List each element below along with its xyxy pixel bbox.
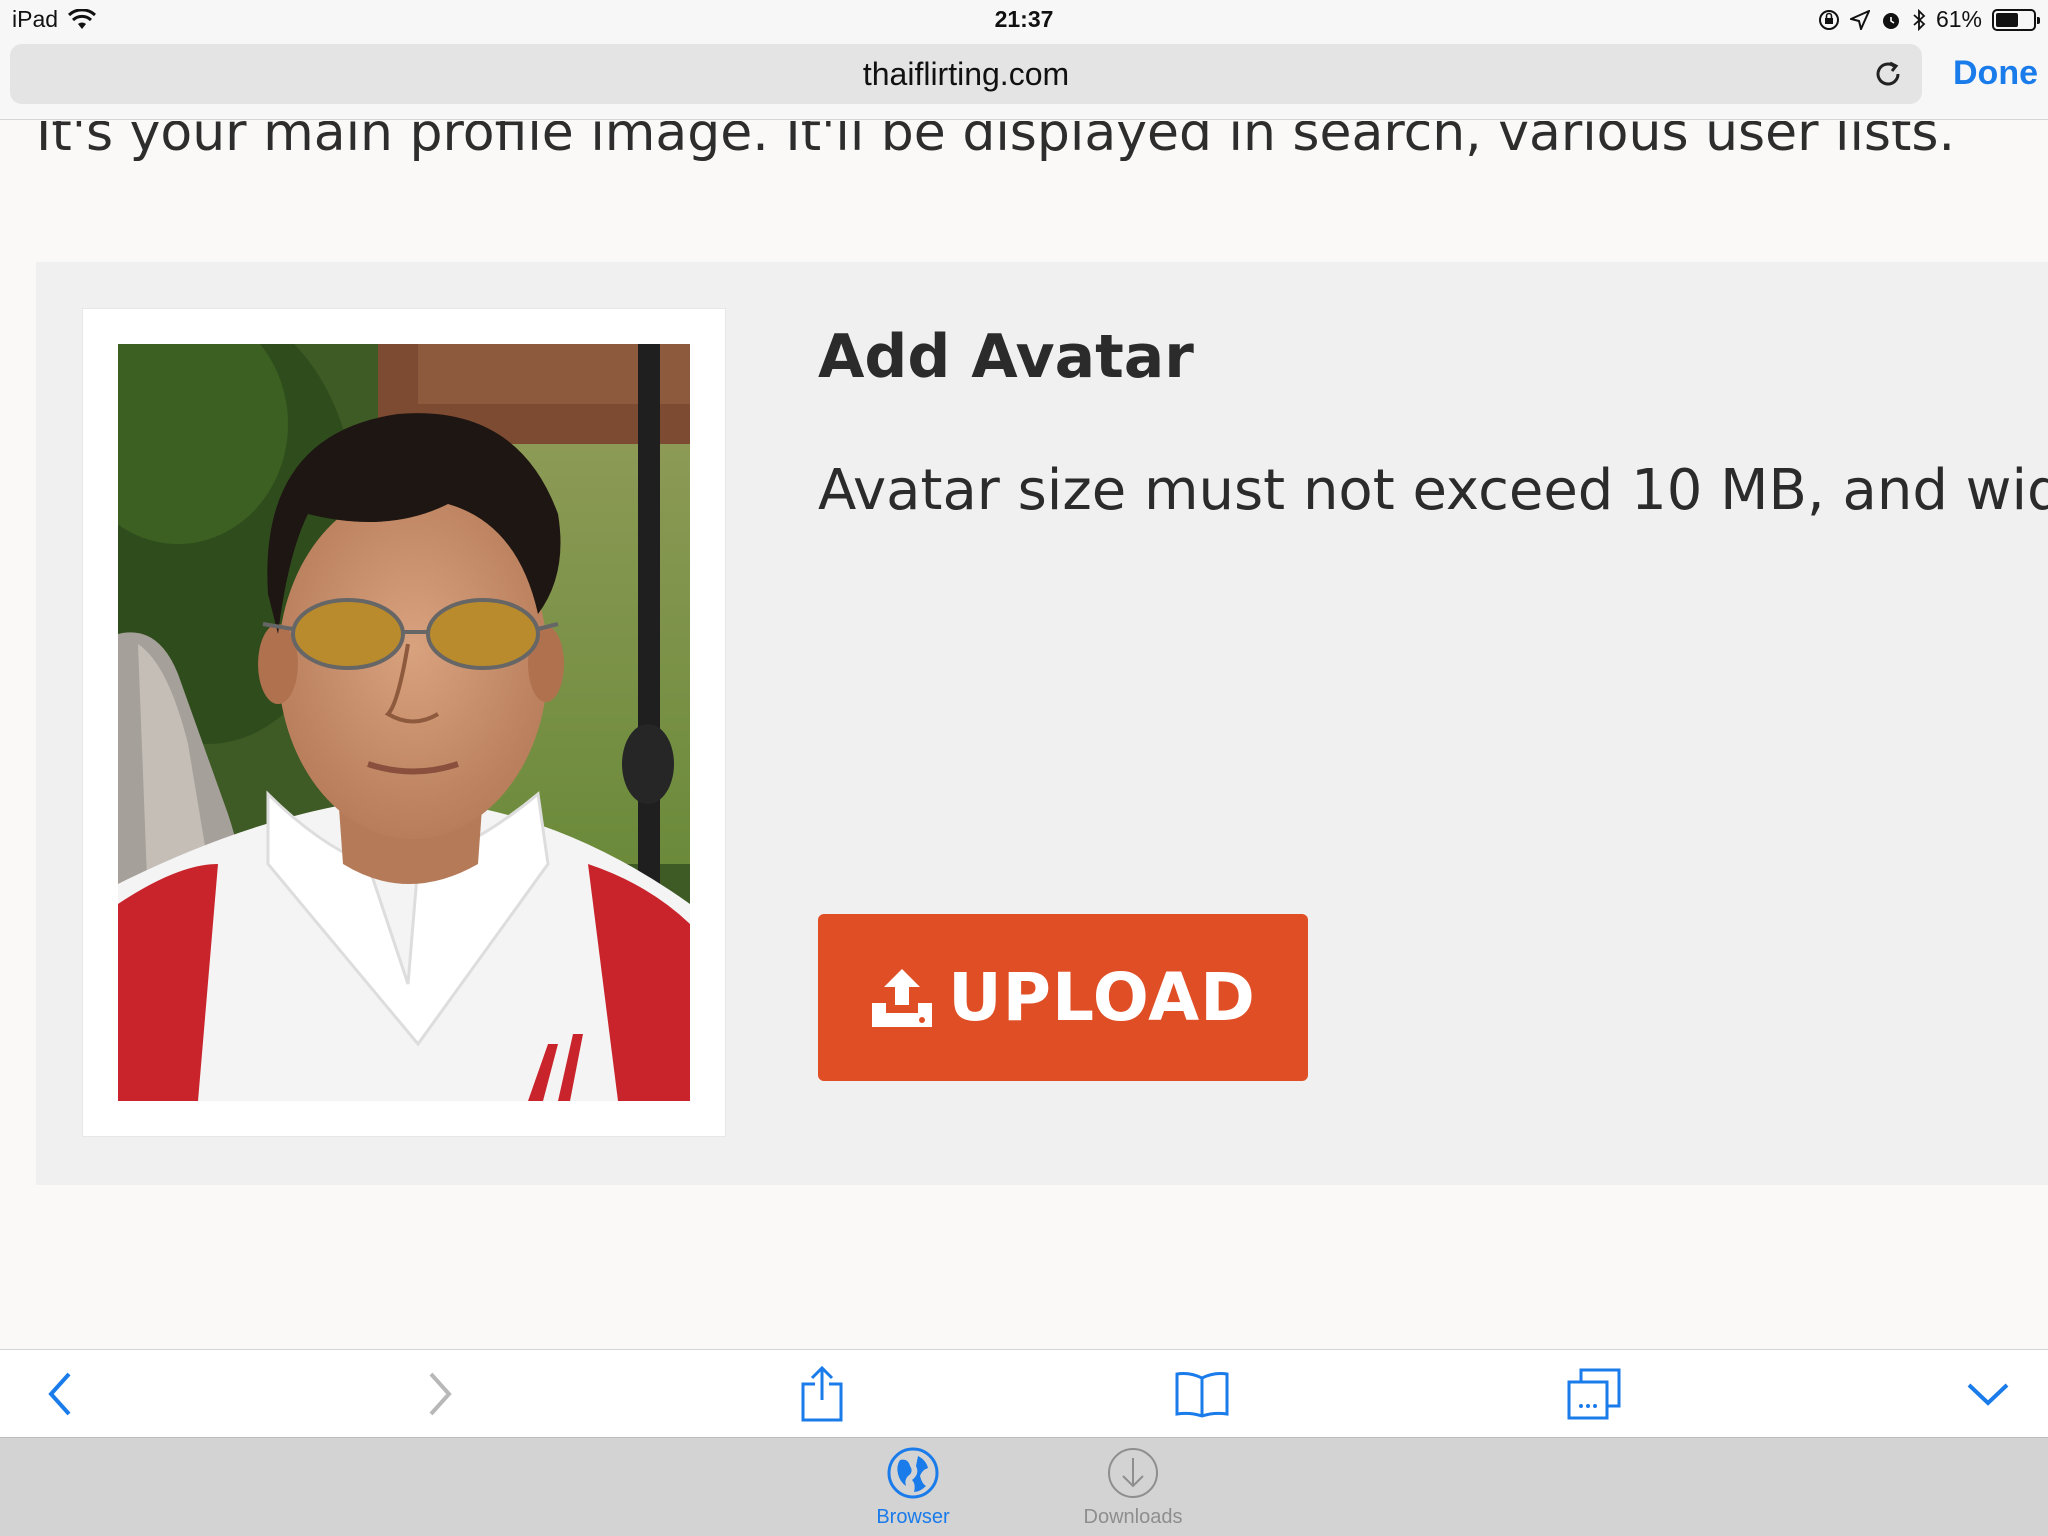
battery-fill xyxy=(1996,12,2018,27)
bookmarks-button[interactable] xyxy=(1172,1364,1232,1424)
url-text[interactable]: thaiflirting.com xyxy=(10,56,1922,93)
status-bar: iPad 21:37 61% xyxy=(0,0,2048,40)
back-icon xyxy=(48,1372,71,1416)
app-tab-bar: Browser Downloads xyxy=(0,1437,2048,1536)
url-field[interactable]: thaiflirting.com xyxy=(10,44,1922,104)
done-button[interactable]: Done xyxy=(1953,54,2038,93)
status-time: 21:37 xyxy=(994,6,1054,32)
card-title: Add Avatar xyxy=(818,322,1194,392)
bookmarks-icon xyxy=(1175,1372,1229,1418)
rotation-lock-icon xyxy=(1818,9,1839,30)
reload-icon[interactable] xyxy=(1872,58,1904,90)
tab-downloads-label: Downloads xyxy=(1083,1506,1183,1528)
battery-icon xyxy=(1992,8,2040,31)
tab-downloads[interactable]: Downloads xyxy=(1058,1446,1208,1529)
forward-button[interactable] xyxy=(410,1364,470,1424)
back-button[interactable] xyxy=(30,1364,90,1424)
avatar-photo xyxy=(118,344,690,1101)
forward-icon xyxy=(429,1372,452,1416)
globe-icon xyxy=(887,1447,939,1499)
add-avatar-card: Add Avatar Avatar size must not exceed 1… xyxy=(36,262,2048,1185)
status-right: 61% xyxy=(1818,6,2040,33)
upload-button[interactable]: UPLOAD xyxy=(818,914,1308,1081)
card-description: Avatar size must not exceed 10 MB, and w… xyxy=(818,458,2048,523)
collapse-button[interactable] xyxy=(1958,1364,2018,1424)
location-icon xyxy=(1849,9,1870,30)
avatar-illustration xyxy=(118,344,690,1101)
tabs-icon xyxy=(1567,1368,1621,1420)
share-icon xyxy=(801,1366,843,1422)
battery-percent: 61% xyxy=(1935,6,1982,32)
download-icon xyxy=(1108,1448,1158,1498)
avatar-frame xyxy=(82,308,726,1137)
browser-toolbar xyxy=(0,1349,2048,1437)
address-bar: thaiflirting.com Done xyxy=(0,40,2048,120)
upload-icon xyxy=(872,968,933,1027)
tab-browser[interactable]: Browser xyxy=(838,1446,988,1529)
tabs-button[interactable] xyxy=(1564,1364,1624,1424)
upload-label: UPLOAD xyxy=(948,959,1256,1036)
intro-text: It's your main profile image. It'll be d… xyxy=(36,121,1956,163)
bluetooth-icon xyxy=(1913,8,1926,31)
collapse-icon xyxy=(1967,1383,2009,1406)
share-button[interactable] xyxy=(792,1364,852,1424)
alarm-icon xyxy=(1882,12,1899,29)
web-page: It's your main profile image. It'll be d… xyxy=(0,121,2048,1349)
tab-browser-label: Browser xyxy=(876,1506,950,1528)
